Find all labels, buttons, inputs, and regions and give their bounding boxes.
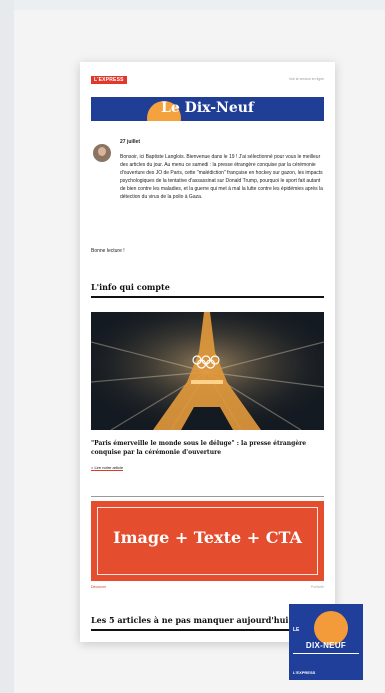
newsletter-card: L'EXPRESS Voir la version en ligne Le Di…: [80, 62, 335, 642]
promo-label: Publicité: [310, 585, 324, 589]
author-avatar: [93, 144, 111, 162]
banner-title: Le Dix-Neuf: [161, 100, 254, 116]
section-title-articles: Les 5 articles à ne pas manquer aujourd'…: [91, 615, 289, 625]
sun-icon: [314, 611, 348, 645]
badge-divider: [293, 653, 359, 654]
section-title-info: L'info qui compte: [91, 282, 170, 292]
top-article-title[interactable]: "Paris émerveille le monde sous le délug…: [91, 439, 321, 457]
newsletter-date: 27 juillet: [120, 139, 141, 145]
badge-brand: L'EXPRESS: [293, 670, 316, 675]
eiffel-tower-illustration: [91, 312, 324, 430]
badge-prefix: LE: [293, 627, 300, 633]
read-article-link[interactable]: > Lire notre article: [91, 465, 124, 471]
badge-title: DIX-NEUF: [305, 641, 347, 650]
newsletter-banner: Le Dix-Neuf: [91, 97, 324, 121]
closing-text: Bonne lecture !: [91, 248, 125, 254]
view-online-link[interactable]: Voir la version en ligne: [289, 77, 324, 81]
section-divider: [91, 296, 324, 298]
left-shadow: [0, 0, 14, 693]
dix-neuf-badge: LE DIX-NEUF L'EXPRESS: [289, 604, 363, 680]
lexpress-logo[interactable]: L'EXPRESS: [91, 76, 127, 84]
promo-cta-link[interactable]: Découvrir: [91, 585, 106, 589]
newsletter-topbar: L'EXPRESS Voir la version en ligne: [91, 76, 324, 86]
intro-text: Bonsoir, ici Baptiste Langlois. Bienvenu…: [120, 154, 323, 200]
promo-block[interactable]: Image + Texte + CTA: [91, 501, 324, 581]
divider: [91, 496, 324, 497]
promo-text: Image + Texte + CTA: [113, 528, 302, 547]
hero-image[interactable]: [91, 312, 324, 430]
